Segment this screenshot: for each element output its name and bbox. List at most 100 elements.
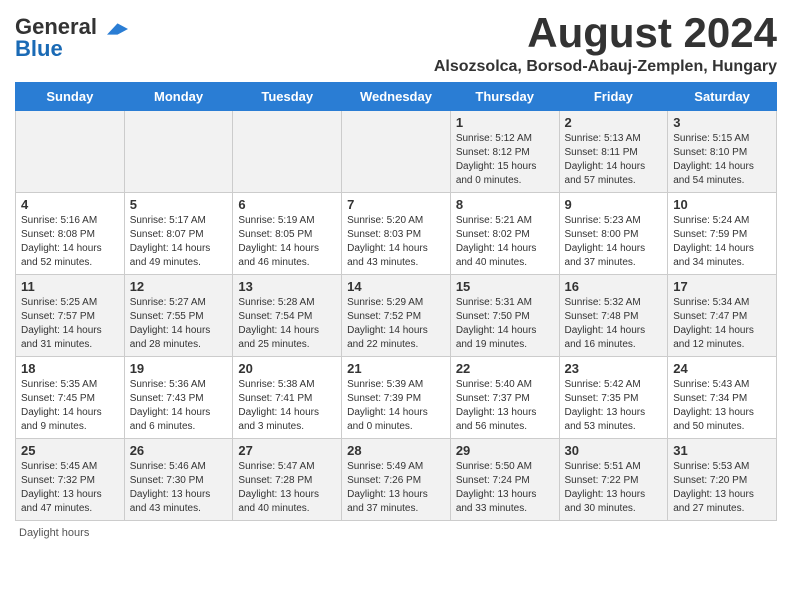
logo-text: GeneralBlue	[15, 16, 97, 60]
day-info: Sunrise: 5:43 AMSunset: 7:34 PMDaylight:…	[673, 378, 771, 434]
day-number: 21	[347, 361, 445, 376]
day-info: Sunrise: 5:20 AMSunset: 8:03 PMDaylight:…	[347, 214, 445, 270]
calendar-cell: 15 Sunrise: 5:31 AMSunset: 7:50 PMDayligh…	[450, 275, 559, 357]
day-info: Sunrise: 5:49 AMSunset: 7:26 PMDaylight:…	[347, 460, 445, 516]
day-number: 6	[238, 197, 336, 212]
calendar-cell: 21 Sunrise: 5:39 AMSunset: 7:39 PMDayligh…	[342, 357, 451, 439]
daylight-label: Daylight hours	[19, 527, 89, 539]
day-info: Sunrise: 5:19 AMSunset: 8:05 PMDaylight:…	[238, 214, 336, 270]
calendar-cell: 12 Sunrise: 5:27 AMSunset: 7:55 PMDayligh…	[124, 275, 233, 357]
day-info: Sunrise: 5:15 AMSunset: 8:10 PMDaylight:…	[673, 132, 771, 188]
day-number: 18	[21, 361, 119, 376]
day-number: 2	[565, 115, 663, 130]
calendar-cell: 30Sunrise: 5:51 AMSunset: 7:22 PMDayligh…	[559, 439, 668, 521]
calendar-cell: 17 Sunrise: 5:34 AMSunset: 7:47 PMDayligh…	[668, 275, 777, 357]
day-number: 8	[456, 197, 554, 212]
weekday-header: Thursday	[450, 83, 559, 111]
day-info: Sunrise: 5:36 AMSunset: 7:43 PMDaylight:…	[130, 378, 228, 434]
day-number: 19	[130, 361, 228, 376]
day-number: 24	[673, 361, 771, 376]
day-info: Sunrise: 5:39 AMSunset: 7:39 PMDaylight:…	[347, 378, 445, 434]
day-info: Sunrise: 5:34 AMSunset: 7:47 PMDaylight:…	[673, 296, 771, 352]
calendar-cell: 25 Sunrise: 5:45 AMSunset: 7:32 PMDayligh…	[16, 439, 125, 521]
day-number: 3	[673, 115, 771, 130]
calendar-cell: 24 Sunrise: 5:43 AMSunset: 7:34 PMDayligh…	[668, 357, 777, 439]
day-info: Sunrise: 5:31 AMSunset: 7:50 PMDaylight:…	[456, 296, 554, 352]
day-number: 25	[21, 443, 119, 458]
calendar-cell: 31 Sunrise: 5:53 AMSunset: 7:20 PMDayligh…	[668, 439, 777, 521]
day-info: Sunrise: 5:45 AMSunset: 7:32 PMDaylight:…	[21, 460, 119, 516]
day-number: 14	[347, 279, 445, 294]
calendar-cell: 4 Sunrise: 5:16 AMSunset: 8:08 PMDaylight…	[16, 193, 125, 275]
day-number: 29	[456, 443, 554, 458]
day-info: Sunrise: 5:50 AMSunset: 7:24 PMDaylight:…	[456, 460, 554, 516]
day-number: 28	[347, 443, 445, 458]
calendar-cell: 18 Sunrise: 5:35 AMSunset: 7:45 PMDayligh…	[16, 357, 125, 439]
day-info: Sunrise: 5:28 AMSunset: 7:54 PMDaylight:…	[238, 296, 336, 352]
calendar-cell: 11 Sunrise: 5:25 AMSunset: 7:57 PMDayligh…	[16, 275, 125, 357]
calendar-cell: 13Sunrise: 5:28 AMSunset: 7:54 PMDayligh…	[233, 275, 342, 357]
day-info: Sunrise: 5:46 AMSunset: 7:30 PMDaylight:…	[130, 460, 228, 516]
day-number: 1	[456, 115, 554, 130]
calendar-cell: 20Sunrise: 5:38 AMSunset: 7:41 PMDayligh…	[233, 357, 342, 439]
weekday-header: Tuesday	[233, 83, 342, 111]
day-info: Sunrise: 5:42 AMSunset: 7:35 PMDaylight:…	[565, 378, 663, 434]
day-info: Sunrise: 5:21 AMSunset: 8:02 PMDaylight:…	[456, 214, 554, 270]
day-info: Sunrise: 5:35 AMSunset: 7:45 PMDaylight:…	[21, 378, 119, 434]
weekday-header: Wednesday	[342, 83, 451, 111]
day-number: 23	[565, 361, 663, 376]
day-number: 27	[238, 443, 336, 458]
day-number: 10	[673, 197, 771, 212]
day-info: Sunrise: 5:40 AMSunset: 7:37 PMDaylight:…	[456, 378, 554, 434]
day-number: 9	[565, 197, 663, 212]
weekday-header: Sunday	[16, 83, 125, 111]
calendar-cell: 8 Sunrise: 5:21 AMSunset: 8:02 PMDaylight…	[450, 193, 559, 275]
day-info: Sunrise: 5:27 AMSunset: 7:55 PMDaylight:…	[130, 296, 228, 352]
calendar-cell: 2 Sunrise: 5:13 AMSunset: 8:11 PMDaylight…	[559, 111, 668, 193]
logo-icon	[99, 22, 129, 36]
day-info: Sunrise: 5:25 AMSunset: 7:57 PMDaylight:…	[21, 296, 119, 352]
calendar-cell: 1 Sunrise: 5:12 AMSunset: 8:12 PMDaylight…	[450, 111, 559, 193]
day-number: 22	[456, 361, 554, 376]
day-info: Sunrise: 5:47 AMSunset: 7:28 PMDaylight:…	[238, 460, 336, 516]
day-number: 11	[21, 279, 119, 294]
day-info: Sunrise: 5:16 AMSunset: 8:08 PMDaylight:…	[21, 214, 119, 270]
calendar-cell: 3 Sunrise: 5:15 AMSunset: 8:10 PMDaylight…	[668, 111, 777, 193]
day-info: Sunrise: 5:13 AMSunset: 8:11 PMDaylight:…	[565, 132, 663, 188]
logo: GeneralBlue	[15, 16, 129, 60]
day-number: 4	[21, 197, 119, 212]
day-number: 12	[130, 279, 228, 294]
calendar-header: SundayMondayTuesdayWednesdayThursdayFrid…	[16, 83, 777, 111]
calendar-cell: 19 Sunrise: 5:36 AMSunset: 7:43 PMDayligh…	[124, 357, 233, 439]
weekday-header: Saturday	[668, 83, 777, 111]
calendar-cell: 7Sunrise: 5:20 AMSunset: 8:03 PMDaylight…	[342, 193, 451, 275]
calendar-cell: 29 Sunrise: 5:50 AMSunset: 7:24 PMDayligh…	[450, 439, 559, 521]
day-info: Sunrise: 5:17 AMSunset: 8:07 PMDaylight:…	[130, 214, 228, 270]
day-info: Sunrise: 5:24 AMSunset: 7:59 PMDaylight:…	[673, 214, 771, 270]
day-info: Sunrise: 5:53 AMSunset: 7:20 PMDaylight:…	[673, 460, 771, 516]
location-title: Alsozsolca, Borsod-Abauj-Zemplen, Hungar…	[434, 58, 777, 76]
day-number: 30	[565, 443, 663, 458]
calendar-cell: 10 Sunrise: 5:24 AMSunset: 7:59 PMDayligh…	[668, 193, 777, 275]
day-number: 31	[673, 443, 771, 458]
day-info: Sunrise: 5:29 AMSunset: 7:52 PMDaylight:…	[347, 296, 445, 352]
day-info: Sunrise: 5:38 AMSunset: 7:41 PMDaylight:…	[238, 378, 336, 434]
calendar-cell: 14 Sunrise: 5:29 AMSunset: 7:52 PMDayligh…	[342, 275, 451, 357]
calendar-cell: 16Sunrise: 5:32 AMSunset: 7:48 PMDayligh…	[559, 275, 668, 357]
day-number: 26	[130, 443, 228, 458]
day-info: Sunrise: 5:12 AMSunset: 8:12 PMDaylight:…	[456, 132, 554, 188]
calendar-cell: 28 Sunrise: 5:49 AMSunset: 7:26 PMDayligh…	[342, 439, 451, 521]
calendar-cell	[124, 111, 233, 193]
calendar-cell: 22 Sunrise: 5:40 AMSunset: 7:37 PMDayligh…	[450, 357, 559, 439]
day-number: 17	[673, 279, 771, 294]
title-block: August 2024 Alsozsolca, Borsod-Abauj-Zem…	[434, 10, 777, 76]
day-info: Sunrise: 5:23 AMSunset: 8:00 PMDaylight:…	[565, 214, 663, 270]
calendar-cell: 26 Sunrise: 5:46 AMSunset: 7:30 PMDayligh…	[124, 439, 233, 521]
calendar-cell	[342, 111, 451, 193]
day-number: 5	[130, 197, 228, 212]
day-number: 15	[456, 279, 554, 294]
page-header: GeneralBlue August 2024 Alsozsolca, Bors…	[15, 10, 777, 76]
month-title: August 2024	[434, 10, 777, 56]
calendar-cell: 6 Sunrise: 5:19 AMSunset: 8:05 PMDaylight…	[233, 193, 342, 275]
calendar-cell: 5 Sunrise: 5:17 AMSunset: 8:07 PMDaylight…	[124, 193, 233, 275]
